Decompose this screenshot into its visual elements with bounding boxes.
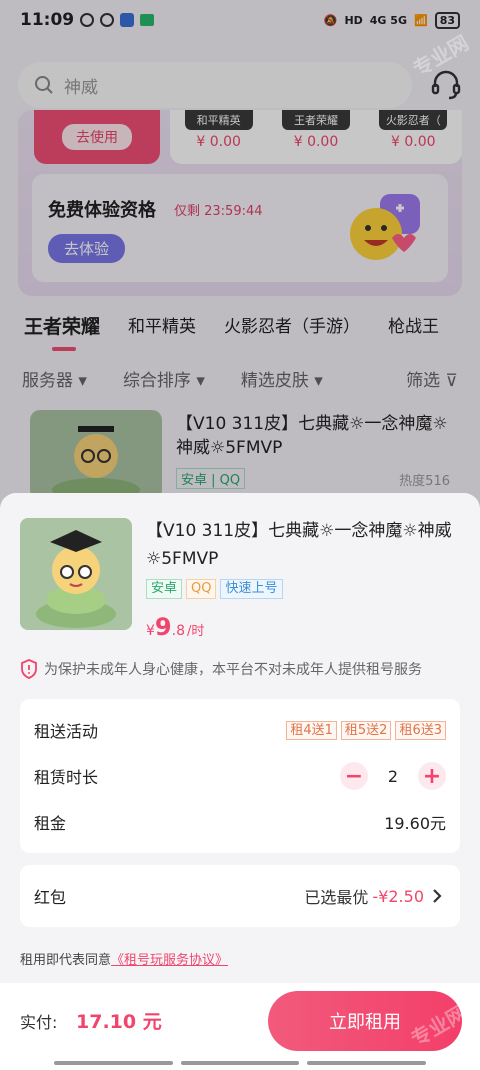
tag-login: QQ: [186, 579, 217, 599]
redpacket-selected: 已选最优: [304, 888, 369, 907]
chevron-right-icon: [433, 889, 442, 903]
activity-label: 租送活动: [34, 722, 99, 741]
price-integer: 9: [154, 613, 172, 641]
pay-label: 实付:: [20, 1013, 58, 1032]
redpacket-label: 红包: [34, 888, 67, 907]
duration-row: 租赁时长 − 2 +: [34, 761, 446, 791]
promo-chip[interactable]: 租6送3: [395, 720, 446, 740]
account-tags: 安卓 QQ 快速上号: [146, 579, 283, 599]
price-unit: /时: [186, 624, 205, 639]
agreement-link[interactable]: 《租号玩服务协议》: [111, 953, 228, 968]
rent-value: 19.60元: [384, 814, 446, 833]
home-indicator: [54, 1061, 427, 1065]
rent-options-card: 租送活动 租4送1 租5送2 租6送3 租赁时长 − 2 + 租金 19.60元: [20, 699, 460, 853]
shield-icon: [21, 659, 37, 679]
promo-chip[interactable]: 租4送1: [286, 720, 337, 740]
character-avatar-icon: [36, 530, 116, 628]
duration-value[interactable]: 2: [372, 767, 414, 786]
decrease-button[interactable]: −: [340, 762, 368, 790]
duration-stepper: − 2 +: [340, 762, 446, 790]
rent-bottom-sheet: 【V10 311皮】七典藏☼一念神魔☼神威☼5FMVP 安卓 QQ 快速上号 ¥…: [0, 493, 480, 1070]
notice-text: 为保护未成年人身心健康，本平台不对未成年人提供租号服务: [44, 662, 422, 678]
increase-button[interactable]: +: [418, 762, 446, 790]
redpacket-amount: -¥2.50: [372, 886, 424, 906]
tag-fast: 快速上号: [220, 579, 283, 599]
agreement-prefix: 租用即代表同意: [20, 953, 112, 968]
rent-row: 租金 19.60元: [34, 807, 446, 837]
hourly-price: ¥9.8/时: [146, 613, 204, 641]
agreement-text: 租用即代表同意《租号玩服务协议》: [20, 949, 228, 968]
promo-chip[interactable]: 租5送2: [340, 720, 392, 740]
account-thumbnail: [20, 518, 132, 630]
pay-amount: 17.10 元: [76, 1011, 162, 1033]
activity-row: 租送活动 租4送1 租5送2 租6送3: [34, 715, 446, 745]
tag-platform: 安卓: [146, 579, 183, 599]
price-decimal: .8: [171, 623, 185, 639]
rent-label: 租金: [34, 814, 67, 833]
redpacket-row: 红包 已选最优 -¥2.50: [34, 881, 446, 911]
account-title: 【V10 311皮】七典藏☼一念神魔☼神威☼5FMVP: [146, 521, 452, 569]
price-symbol: ¥: [146, 623, 155, 639]
duration-label: 租赁时长: [34, 768, 99, 787]
redpacket-card[interactable]: 红包 已选最优 -¥2.50: [20, 865, 460, 927]
minor-protection-notice: 为保护未成年人身心健康，本平台不对未成年人提供租号服务: [20, 659, 422, 679]
